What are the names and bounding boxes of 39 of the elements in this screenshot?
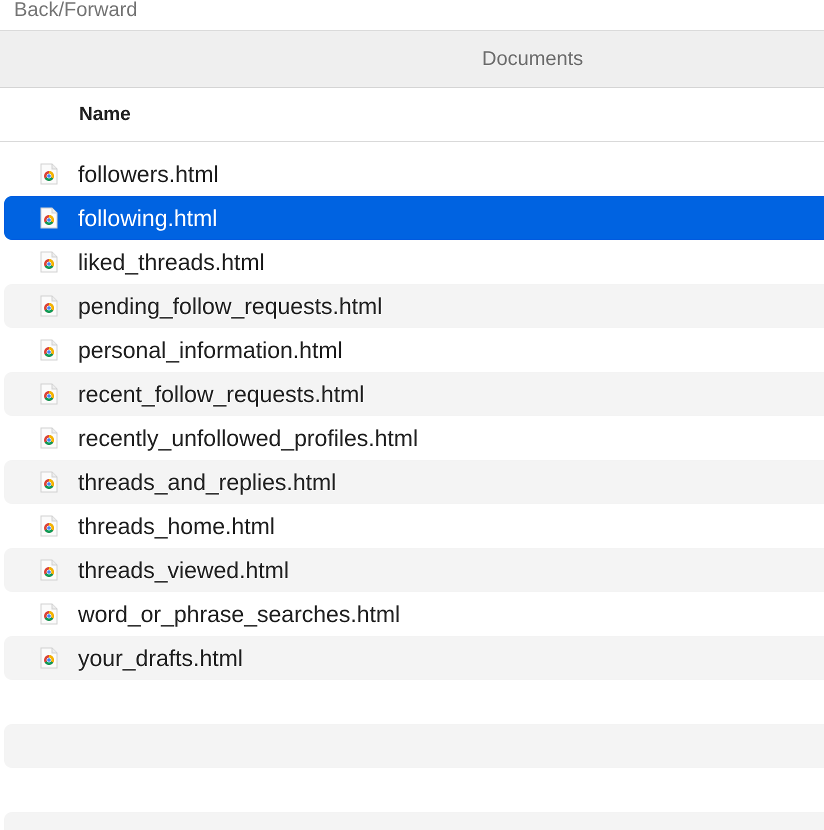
html-file-icon xyxy=(40,295,58,317)
file-name: following.html xyxy=(78,204,218,232)
file-row[interactable]: followers.html xyxy=(4,152,824,196)
file-row[interactable]: threads_viewed.html xyxy=(4,548,824,592)
html-file-icon xyxy=(40,251,58,273)
html-file-icon xyxy=(40,559,58,581)
file-name: pending_follow_requests.html xyxy=(78,292,382,320)
file-row[interactable]: pending_follow_requests.html xyxy=(4,284,824,328)
file-name: followers.html xyxy=(78,160,219,188)
toolbar-label: Back/Forward xyxy=(14,0,138,21)
file-name: recent_follow_requests.html xyxy=(78,380,364,408)
html-file-icon xyxy=(40,163,58,185)
html-file-icon xyxy=(40,339,58,361)
html-file-icon xyxy=(40,603,58,625)
file-row[interactable]: threads_and_replies.html xyxy=(4,460,824,504)
file-name: word_or_phrase_searches.html xyxy=(78,600,400,628)
file-name: your_drafts.html xyxy=(78,644,243,672)
window-title: Documents xyxy=(482,48,584,70)
file-row[interactable]: recent_follow_requests.html xyxy=(4,372,824,416)
html-file-icon xyxy=(40,427,58,449)
file-row[interactable]: your_drafts.html xyxy=(4,636,824,680)
html-file-icon xyxy=(40,207,58,229)
html-file-icon xyxy=(40,383,58,405)
html-file-icon xyxy=(40,471,58,493)
html-file-icon xyxy=(40,647,58,669)
file-name: liked_threads.html xyxy=(78,248,265,276)
file-name: recently_unfollowed_profiles.html xyxy=(78,424,418,452)
html-file-icon xyxy=(40,515,58,537)
file-row[interactable]: personal_information.html xyxy=(4,328,824,372)
file-row[interactable]: word_or_phrase_searches.html xyxy=(4,592,824,636)
file-name: threads_home.html xyxy=(78,512,275,540)
file-row[interactable]: following.html xyxy=(4,196,824,240)
file-name: threads_and_replies.html xyxy=(78,468,336,496)
column-header[interactable]: Name xyxy=(79,104,131,126)
file-row[interactable]: recently_unfollowed_profiles.html xyxy=(4,416,824,460)
file-row[interactable]: liked_threads.html xyxy=(4,240,824,284)
file-name: threads_viewed.html xyxy=(78,556,289,584)
file-name: personal_information.html xyxy=(78,336,343,364)
file-row[interactable]: threads_home.html xyxy=(4,504,824,548)
